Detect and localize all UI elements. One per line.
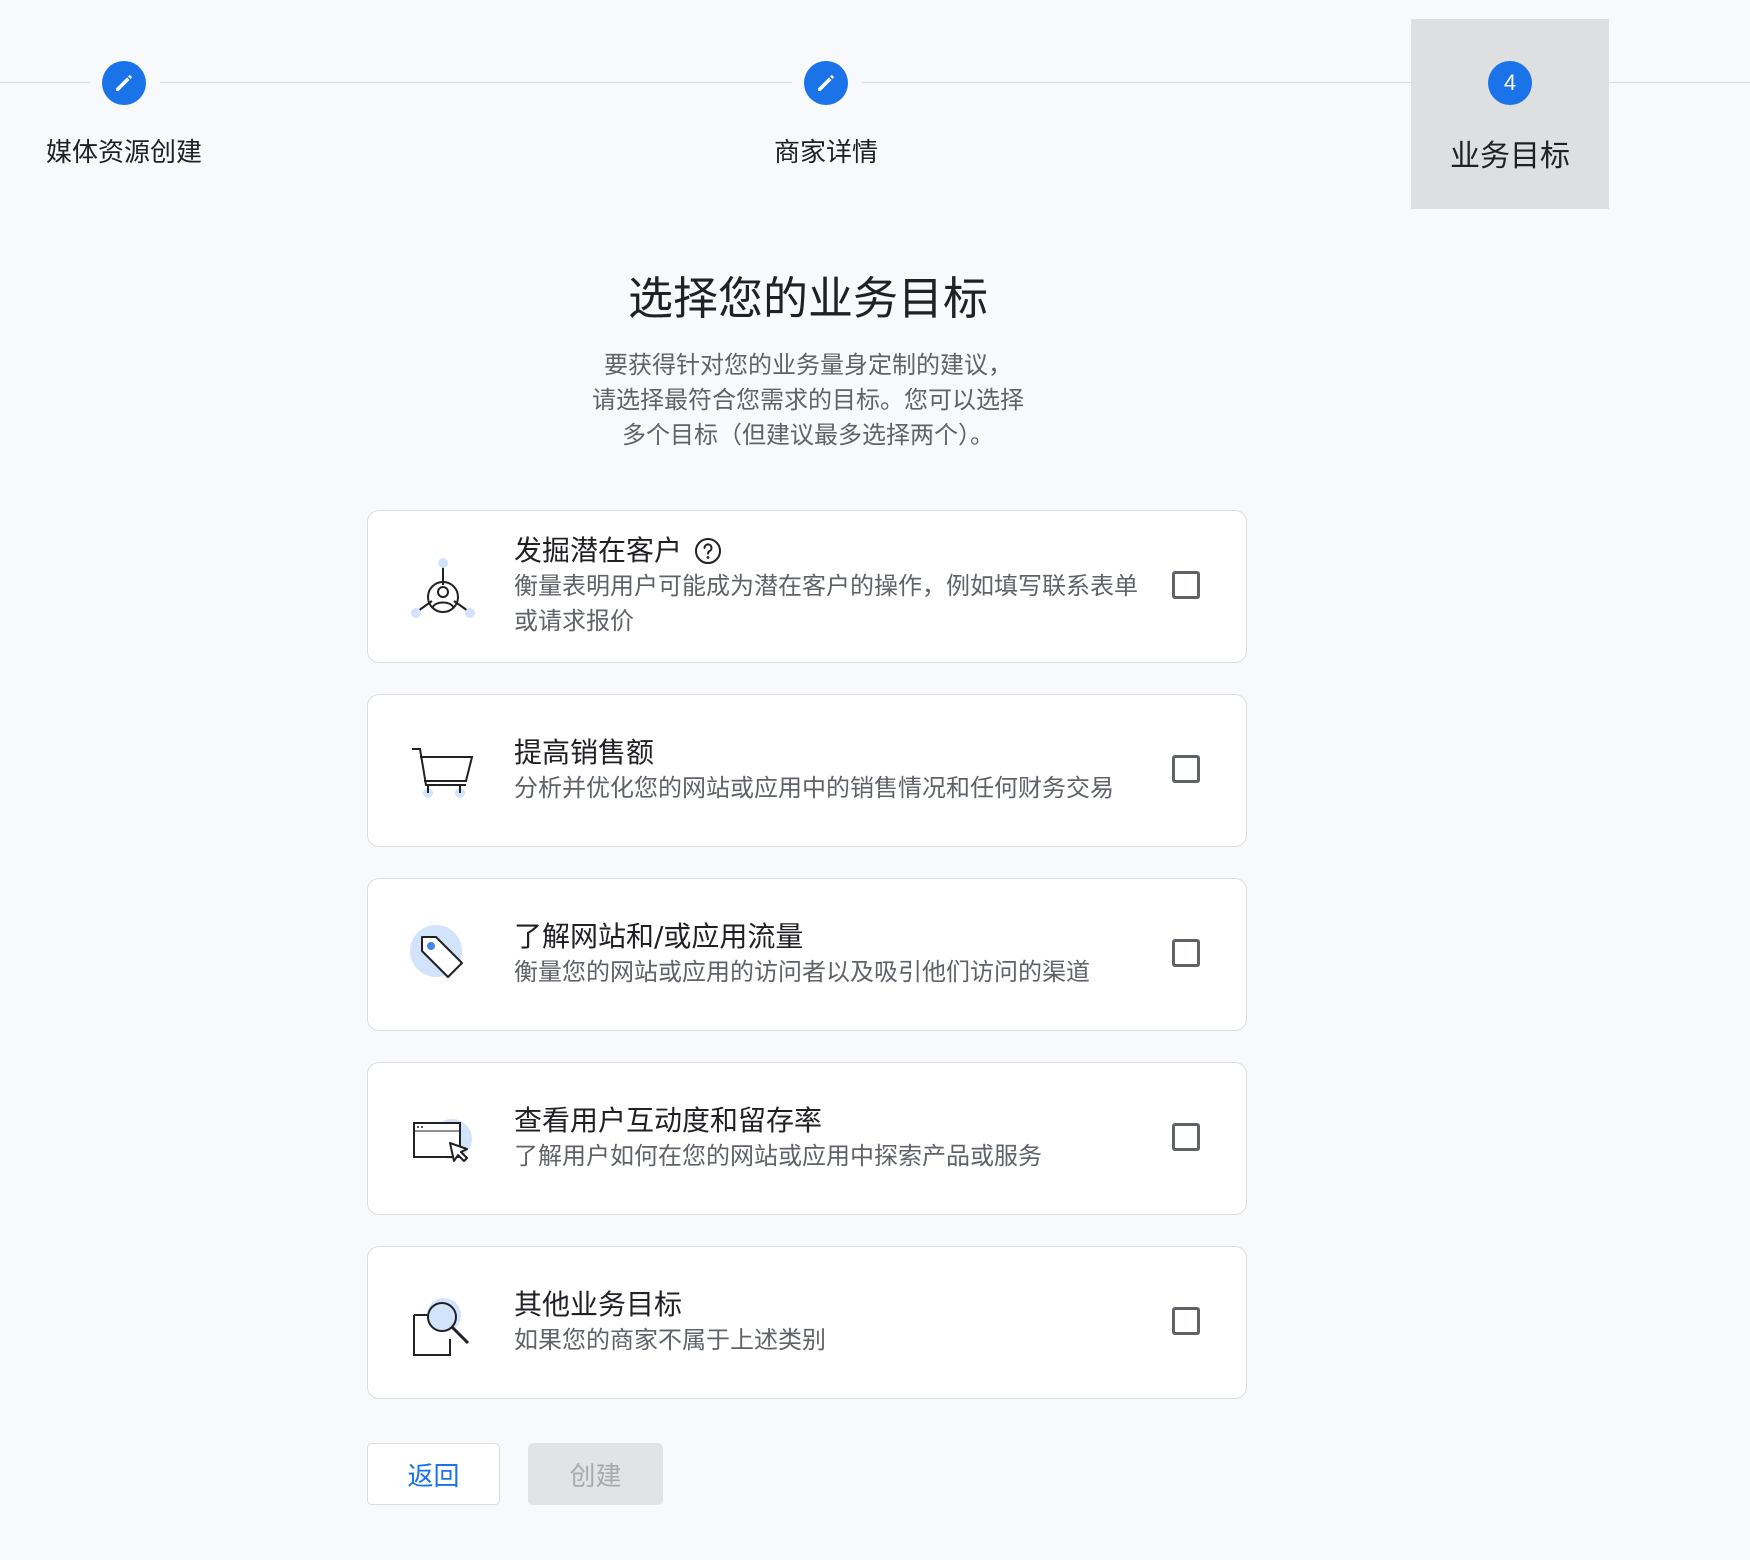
objective-text: 查看用户互动度和留存率 了解用户如何在您的网站或应用中探索产品或服务 [514, 1103, 1146, 1174]
objective-text: 提高销售额 分析并优化您的网站或应用中的销售情况和任何财务交易 [514, 735, 1146, 806]
step-number-circle: 4 [1488, 61, 1532, 105]
description-line: 请选择最符合您需求的目标。您可以选择 [592, 386, 1024, 414]
description-line: 多个目标（但建议最多选择两个）。 [622, 421, 994, 449]
objective-subtitle: 衡量您的网站或应用的访问者以及吸引他们访问的渠道 [514, 958, 1090, 986]
page-description: 要获得针对您的业务量身定制的建议， 请选择最符合您需求的目标。您可以选择 多个目… [558, 348, 1058, 453]
description-line: 要获得针对您的业务量身定制的建议， [604, 351, 1012, 379]
objective-title: 发掘潜在客户 [514, 534, 683, 567]
objective-card-understand-traffic[interactable]: 了解网站和/或应用流量 衡量您的网站或应用的访问者以及吸引他们访问的渠道 [367, 878, 1247, 1031]
stepper-connector [862, 82, 1474, 83]
pencil-icon [116, 75, 132, 91]
step-done-circle [804, 61, 848, 105]
objective-subtitle: 衡量表明用户可能成为潜在客户的操作，例如填写联系表单或请求报价 [514, 572, 1138, 635]
pencil-icon [818, 75, 834, 91]
objective-subtitle: 如果您的商家不属于上述类别 [514, 1326, 826, 1354]
objective-checkbox[interactable] [1172, 1307, 1200, 1335]
objective-card-other[interactable]: 其他业务目标 如果您的商家不属于上述类别 [367, 1246, 1247, 1399]
step-media-resource[interactable]: 媒体资源创建 [14, 0, 234, 210]
objective-title: 其他业务目标 [514, 1288, 683, 1321]
objective-text: 发掘潜在客户 衡量表明用户可能成为潜在客户的操作，例如填写联系表单或请求报价 [514, 533, 1146, 639]
help-icon[interactable] [694, 537, 722, 565]
page-title: 选择您的业务目标 [627, 272, 988, 325]
step-label: 业务目标 [1450, 139, 1570, 174]
objective-subtitle: 了解用户如何在您的网站或应用中探索产品或服务 [514, 1142, 1042, 1170]
create-button[interactable]: 创建 [528, 1443, 663, 1505]
back-button[interactable]: 返回 [367, 1443, 500, 1505]
lead-network-icon [411, 558, 475, 618]
step-done-circle [102, 61, 146, 105]
step-label: 商家详情 [773, 138, 878, 168]
objective-checkbox[interactable] [1172, 939, 1200, 967]
stepper: 媒体资源创建 商家详情 4 业务目标 [0, 0, 1750, 220]
objective-subtitle: 分析并优化您的网站或应用中的销售情况和任何财务交易 [514, 774, 1114, 802]
objective-title-row: 发掘潜在客户 [514, 533, 1146, 569]
step-business-objectives[interactable]: 4 业务目标 [1411, 19, 1609, 209]
objective-text: 其他业务目标 如果您的商家不属于上述类别 [514, 1287, 1146, 1358]
objective-checkbox[interactable] [1172, 755, 1200, 783]
step-business-details[interactable]: 商家详情 [716, 0, 936, 210]
objective-text: 了解网站和/或应用流量 衡量您的网站或应用的访问者以及吸引他们访问的渠道 [514, 919, 1146, 990]
objective-card-engagement-retention[interactable]: 查看用户互动度和留存率 了解用户如何在您的网站或应用中探索产品或服务 [367, 1062, 1247, 1215]
magnifier-document-icon [413, 1298, 470, 1356]
step-number: 4 [1503, 70, 1517, 95]
tag-icon [410, 925, 463, 978]
objective-card-increase-sales[interactable]: 提高销售额 分析并优化您的网站或应用中的销售情况和任何财务交易 [367, 694, 1247, 847]
objective-title: 查看用户互动度和留存率 [514, 1104, 823, 1137]
objective-card-generate-leads[interactable]: 发掘潜在客户 衡量表明用户可能成为潜在客户的操作，例如填写联系表单或请求报价 [367, 510, 1247, 663]
objective-checkbox[interactable] [1172, 1123, 1200, 1151]
objective-title: 提高销售额 [514, 736, 655, 769]
objective-checkbox[interactable] [1172, 571, 1200, 599]
stepper-connector [160, 82, 792, 83]
objective-title: 了解网站和/或应用流量 [514, 920, 804, 953]
window-cursor-icon [413, 1119, 472, 1162]
shopping-cart-icon [412, 748, 474, 798]
step-label: 媒体资源创建 [45, 138, 202, 168]
